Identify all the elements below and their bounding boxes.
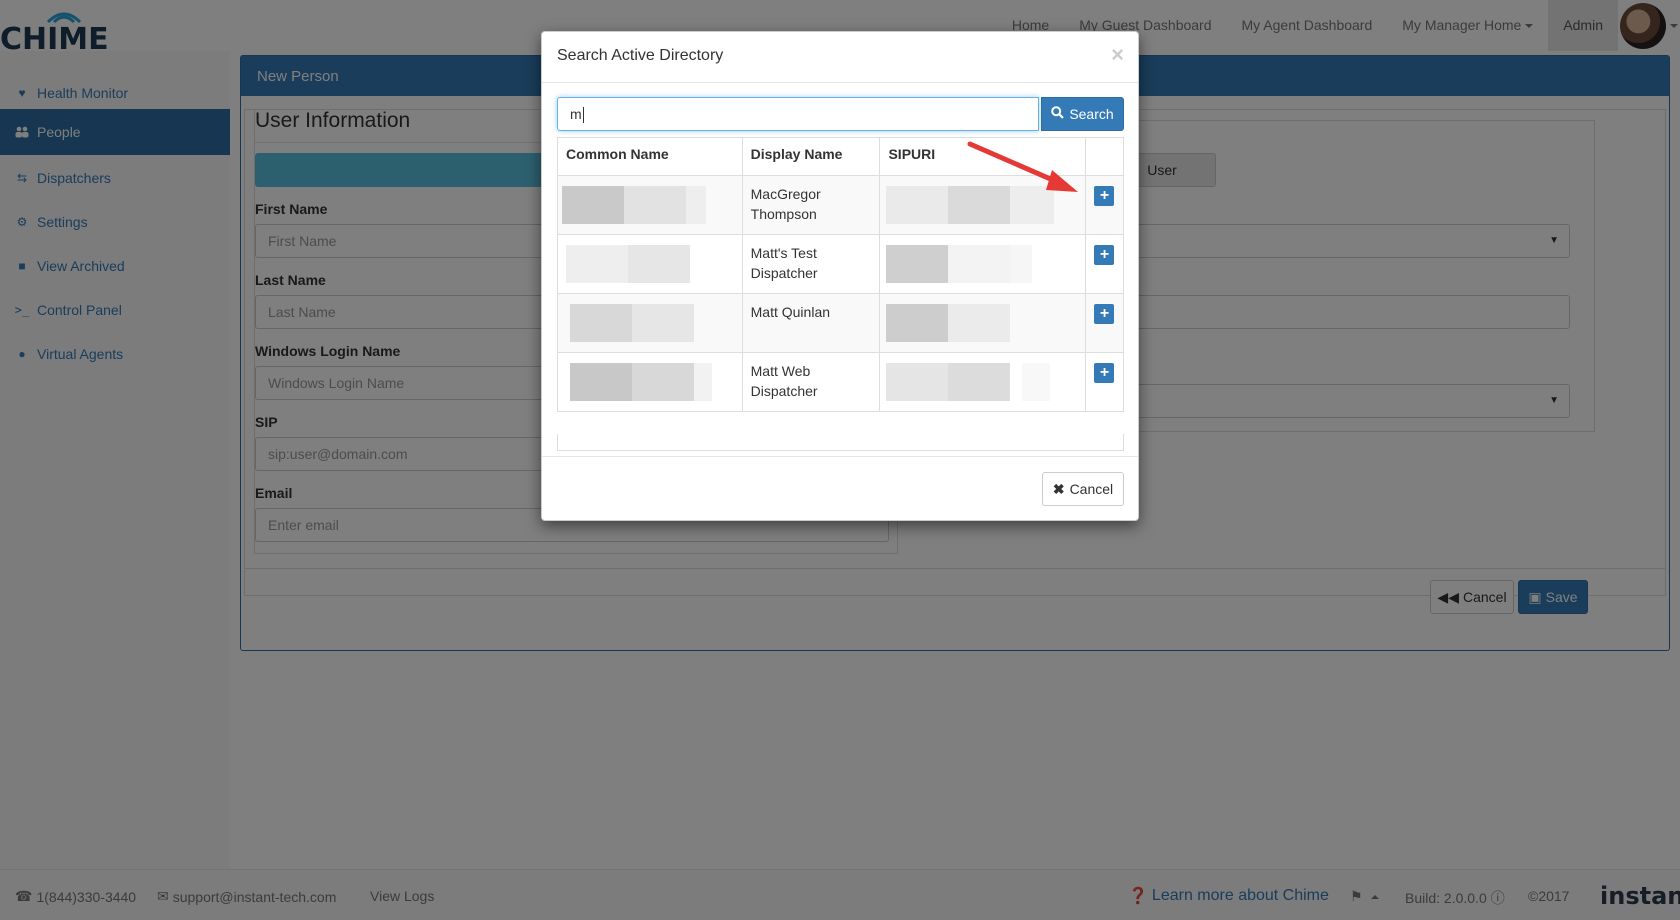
add-user-button[interactable]: + <box>1094 363 1115 383</box>
modal-cancel-button[interactable]: ✖ Cancel <box>1042 472 1124 506</box>
text-cursor <box>582 107 584 124</box>
display-name-cell: MacGregor Thompson <box>741 175 881 235</box>
search-icon <box>1051 106 1065 122</box>
redacted-common-name <box>562 363 738 401</box>
times-icon: ✖ <box>1052 480 1065 497</box>
redacted-common-name <box>562 245 738 283</box>
table-row: Matt Web Dispatcher + <box>557 352 1125 412</box>
column-header-action <box>1084 137 1125 176</box>
add-user-button[interactable]: + <box>1094 245 1115 265</box>
table-row: Matt's Test Dispatcher + <box>557 234 1125 294</box>
modal-title: Search Active Directory <box>557 47 724 64</box>
search-input-value: m <box>570 106 582 122</box>
modal-cancel-label: Cancel <box>1069 481 1114 497</box>
modal-header: Search Active Directory × <box>542 32 1138 83</box>
search-button-label: Search <box>1069 106 1114 122</box>
table-row: Matt Quinlan + <box>557 293 1125 353</box>
column-header-common-name: Common Name <box>557 137 743 176</box>
annotation-arrow-icon <box>967 141 1078 192</box>
close-icon[interactable]: × <box>1111 44 1124 66</box>
redacted-common-name <box>562 186 738 224</box>
search-button[interactable]: Search <box>1041 97 1124 131</box>
display-name-cell: Matt Web Dispatcher <box>741 352 881 412</box>
display-name-cell: Matt Quinlan <box>741 293 881 353</box>
redacted-sipuri <box>886 363 1079 401</box>
modal-footer-divider <box>542 456 1138 457</box>
search-ad-modal: Search Active Directory × m Search Commo… <box>541 31 1139 521</box>
table-footer-row <box>557 434 1124 451</box>
redacted-common-name <box>562 304 738 342</box>
redacted-sipuri <box>886 245 1079 283</box>
add-user-button[interactable]: + <box>1094 186 1115 206</box>
redacted-sipuri <box>886 304 1079 342</box>
display-name-cell: Matt's Test Dispatcher <box>741 234 881 294</box>
column-header-display-name: Display Name <box>741 137 881 176</box>
add-user-button[interactable]: + <box>1094 304 1115 324</box>
search-input[interactable]: m <box>557 97 1039 131</box>
